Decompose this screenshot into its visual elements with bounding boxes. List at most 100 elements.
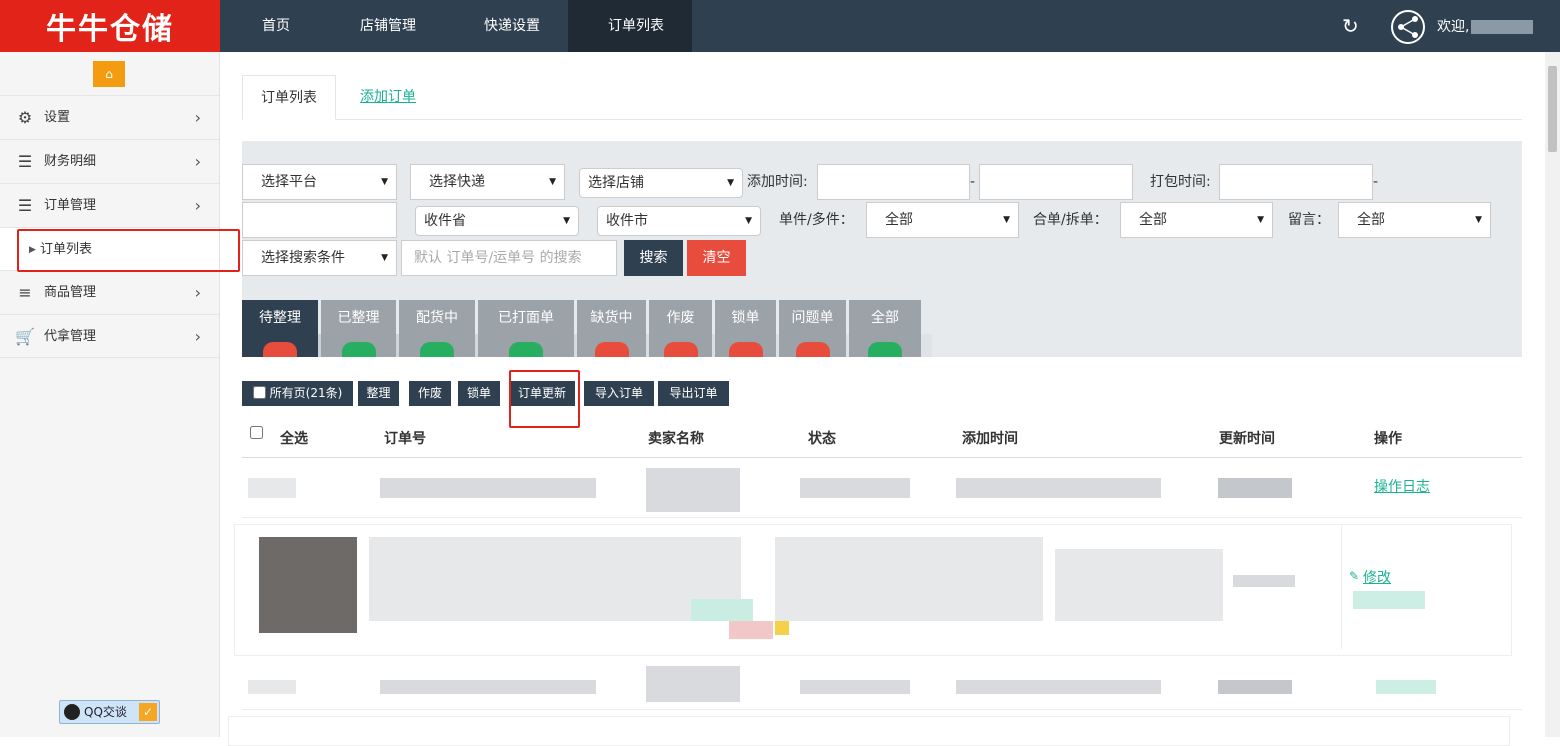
clear-button[interactable]: 清空 <box>687 240 746 276</box>
qq-chat-button[interactable]: QQ交谈 ✓ <box>59 700 160 724</box>
pack-time-end-input[interactable] <box>242 202 397 238</box>
message-select[interactable]: 全部 ▼ <box>1338 202 1491 238</box>
sidebar-item-label: 商品管理 <box>44 285 97 300</box>
all-pages-checkbox[interactable] <box>252 386 266 399</box>
merge-split-select[interactable]: 全部 ▼ <box>1120 202 1273 238</box>
search-condition-value: 选择搜索条件 <box>261 250 345 266</box>
status-tab-label: 已整理 <box>337 310 380 326</box>
header-actions: 操作 <box>1374 431 1402 447</box>
platform-select[interactable]: 选择平台 ▼ <box>242 164 397 200</box>
welcome-text[interactable]: 欢迎, <box>1437 0 1534 52</box>
status-tab-label: 已打面单 <box>498 310 554 326</box>
status-tab-4[interactable]: 缺货中 <box>577 300 646 357</box>
blurred-cell <box>800 478 910 498</box>
blurred-cell <box>956 680 1161 694</box>
message-select-value: 全部 <box>1357 212 1385 228</box>
status-tab-label: 问题单 <box>791 310 834 326</box>
filter-panel: 选择平台 ▼ 选择快递 ▼ 选择店铺 ▼ 添加时间: - 打包时间: - 收件省 ▼ 收… <box>242 141 1522 357</box>
edit-link[interactable]: 修改 <box>1363 567 1391 587</box>
all-pages-button[interactable]: 所有页(21条) <box>242 381 353 406</box>
select-all-checkbox[interactable] <box>250 426 263 439</box>
main-content: 订单列表 添加订单 选择平台 ▼ 选择快递 ▼ 选择店铺 ▼ 添加时间: - 打包时间… <box>220 52 1545 746</box>
blurred-action <box>1376 680 1436 694</box>
table-row[interactable] <box>228 716 1510 746</box>
import-orders-button[interactable]: 导入订单 <box>584 381 654 406</box>
blurred-cell <box>380 680 596 694</box>
list-icon: ≡ <box>18 283 32 302</box>
status-tab-label: 缺货中 <box>590 310 633 326</box>
status-tab-1[interactable]: 已整理 <box>321 300 396 357</box>
blurred-tag <box>691 599 753 621</box>
status-tab-0[interactable]: 待整理 <box>242 300 318 357</box>
sidebar-item-order-management[interactable]: ☰ 订单管理 › <box>0 183 219 227</box>
chevron-right-icon: › <box>194 152 201 171</box>
search-condition-select[interactable]: 选择搜索条件 ▼ <box>242 240 397 276</box>
sidebar-item-label: 代拿管理 <box>44 329 97 344</box>
nav-order-list[interactable]: 订单列表 <box>568 0 692 52</box>
city-select[interactable]: 收件市 ▼ <box>597 206 761 236</box>
scrollbar[interactable] <box>1545 52 1560 737</box>
chevron-right-icon: › <box>194 283 201 302</box>
lock-button[interactable]: 锁单 <box>458 381 500 406</box>
sidebar-item-proxy-pickup[interactable]: 🛒 代拿管理 › <box>0 314 219 358</box>
status-tab-2[interactable]: 配货中 <box>399 300 475 357</box>
menu-icon: ☰ <box>17 152 33 171</box>
status-count-badge <box>795 342 830 357</box>
search-button[interactable]: 搜索 <box>624 240 683 276</box>
shop-select[interactable]: 选择店铺 ▼ <box>579 168 743 198</box>
top-nav: 首页 店铺管理 快递设置 订单列表 <box>220 0 692 52</box>
status-tab-5[interactable]: 作废 <box>649 300 712 357</box>
status-count-badge <box>420 342 454 357</box>
header-select-all[interactable]: 全选 <box>280 420 308 458</box>
province-select[interactable]: 收件省 ▼ <box>415 206 579 236</box>
search-input[interactable]: 默认 订单号/运单号 的搜索 <box>401 240 617 276</box>
express-select[interactable]: 选择快递 ▼ <box>410 164 565 200</box>
refresh-icon[interactable]: ↻ <box>1342 16 1362 36</box>
blurred-cell <box>1055 549 1223 621</box>
share-icon[interactable] <box>1391 10 1425 44</box>
chevron-right-icon: › <box>194 196 201 215</box>
single-multi-select[interactable]: 全部 ▼ <box>866 202 1019 238</box>
sidebar-item-settings[interactable]: ⚙ 设置 › <box>0 95 219 139</box>
highlight-box-order-list <box>17 229 240 272</box>
nav-shop-management[interactable]: 店铺管理 <box>320 0 444 52</box>
blurred-cell <box>1233 575 1295 587</box>
blurred-cell <box>369 537 741 621</box>
express-select-value: 选择快递 <box>429 174 485 190</box>
sidebar-item-product-management[interactable]: ≡ 商品管理 › <box>0 270 219 314</box>
export-orders-button[interactable]: 导出订单 <box>658 381 729 406</box>
add-time-end-input[interactable] <box>979 164 1133 200</box>
organize-button[interactable]: 整理 <box>358 381 399 406</box>
qq-penguin-icon <box>64 704 80 720</box>
table-row-detail[interactable]: ✎ 修改 <box>234 524 1512 656</box>
blurred-tag <box>729 621 773 639</box>
pack-time-start-input[interactable] <box>1219 164 1373 200</box>
status-tab-8[interactable]: 全部 <box>849 300 921 357</box>
status-count-badge <box>868 342 902 357</box>
scrollbar-thumb[interactable] <box>1548 66 1557 152</box>
nav-home[interactable]: 首页 <box>220 0 320 52</box>
platform-select-value: 选择平台 <box>261 174 317 190</box>
welcome-label: 欢迎, <box>1437 19 1470 35</box>
header-seller-name: 卖家名称 <box>648 431 704 447</box>
void-button[interactable]: 作废 <box>409 381 451 406</box>
table-row[interactable] <box>242 660 1522 710</box>
detail-action-cell <box>1341 525 1513 649</box>
tab-add-order[interactable]: 添加订单 <box>342 75 434 120</box>
add-time-start-input[interactable] <box>817 164 970 200</box>
nav-express-settings[interactable]: 快递设置 <box>444 0 568 52</box>
status-tab-3[interactable]: 已打面单 <box>478 300 574 357</box>
operation-log-link[interactable]: 操作日志 <box>1374 476 1430 496</box>
status-tab-7[interactable]: 问题单 <box>779 300 846 357</box>
status-tab-label: 作废 <box>666 310 695 326</box>
sidebar-item-finance[interactable]: ☰ 财务明细 › <box>0 139 219 183</box>
logo[interactable]: 牛牛仓储 <box>0 0 220 52</box>
add-time-dash: - <box>970 174 976 190</box>
gear-icon: ⚙ <box>17 108 33 127</box>
home-icon[interactable]: ⌂ <box>93 61 125 87</box>
blurred-cell <box>956 478 1161 498</box>
table-row[interactable]: 操作日志 <box>242 458 1522 518</box>
tab-order-list[interactable]: 订单列表 <box>242 75 336 120</box>
edit-icon[interactable]: ✎ <box>1349 569 1359 583</box>
status-tab-6[interactable]: 锁单 <box>715 300 776 357</box>
